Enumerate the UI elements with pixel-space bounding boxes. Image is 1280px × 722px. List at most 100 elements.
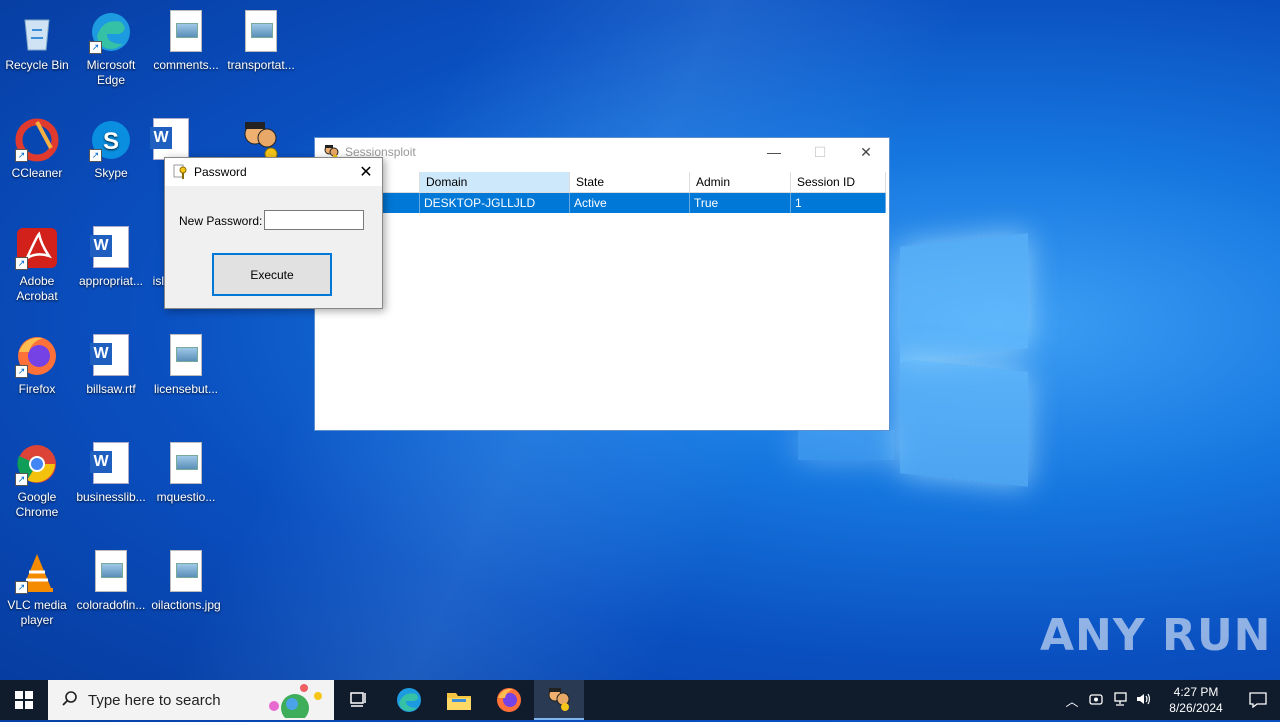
desktop-icon-billsaw[interactable]: W billsaw.rtf <box>74 328 148 397</box>
desktop-icon-coloradofin[interactable]: coloradofin... <box>74 544 148 613</box>
firefox-icon: ↗ <box>15 334 59 378</box>
start-button[interactable] <box>0 680 48 720</box>
taskbar: Type here to search ︿ 4:27 PM 8/26/2024 <box>0 680 1280 722</box>
cell-domain: DESKTOP-JGLLJLD <box>420 193 570 213</box>
svg-text:S: S <box>103 128 119 155</box>
icon-label: transportat... <box>227 58 295 72</box>
clock[interactable]: 4:27 PM 8/26/2024 <box>1156 684 1236 716</box>
folder-icon <box>447 693 471 710</box>
sessionsploit-window[interactable]: Sessionsploit — ☐ ✕ Domain State Admin S… <box>314 137 890 431</box>
icon-label: Adobe Acrobat <box>16 274 58 303</box>
window-titlebar[interactable]: Sessionsploit — ☐ ✕ <box>315 138 889 166</box>
windows-icon <box>15 691 33 709</box>
taskbar-firefox[interactable] <box>484 680 534 720</box>
word-file-icon: W <box>89 334 133 378</box>
task-view-icon <box>350 692 366 707</box>
icon-label: Skype <box>94 166 128 180</box>
chrome-icon: ↗ <box>15 442 59 486</box>
desktop-icon-transportat[interactable]: transportat... <box>224 4 298 73</box>
icon-label: Recycle Bin <box>5 58 69 72</box>
new-password-input[interactable] <box>264 210 364 230</box>
image-file-icon <box>164 334 208 378</box>
desktop-icon-recycle-bin[interactable]: Recycle Bin <box>0 4 74 73</box>
desktop-icon-oilactions[interactable]: oilactions.jpg <box>149 544 223 613</box>
column-header-admin[interactable]: Admin <box>690 172 791 192</box>
icon-label: comments... <box>153 58 219 72</box>
icon-label: CCleaner <box>11 166 63 180</box>
vlc-icon: ↗ <box>15 550 59 594</box>
image-file-icon <box>164 442 208 486</box>
minimize-button[interactable]: — <box>751 144 797 161</box>
execute-button[interactable]: Execute <box>212 253 332 296</box>
word-file-icon: W <box>89 442 133 486</box>
clock-time: 4:27 PM <box>1173 685 1219 699</box>
taskbar-sessionsploit[interactable] <box>534 680 584 720</box>
desktop-icon-mquestio[interactable]: mquestio... <box>149 436 223 505</box>
system-tray: ︿ 4:27 PM 8/26/2024 <box>1060 680 1280 720</box>
icon-label: Microsoft Edge <box>86 58 136 87</box>
acrobat-icon: ↗ <box>15 226 59 270</box>
icon-label: coloradofin... <box>76 598 146 612</box>
icon-label: billsaw.rtf <box>86 382 136 396</box>
desktop-icon-businesslib[interactable]: W businesslib... <box>74 436 148 505</box>
anyrun-watermark: ANY RUN <box>1040 610 1272 661</box>
table-row[interactable]: DESKTOP-JGLLJLD Active True 1 <box>315 193 886 213</box>
edge-icon: ↗ <box>89 10 133 54</box>
dialog-title: Password <box>194 165 247 179</box>
edge-icon <box>397 688 421 712</box>
desktop-icon-isl[interactable]: isl <box>140 220 164 289</box>
volume-icon[interactable] <box>1132 692 1156 709</box>
sessionsploit-app-icon <box>239 118 283 162</box>
sessionsploit-app-icon <box>548 688 570 711</box>
cell-admin: True <box>690 193 791 213</box>
search-highlight-icon <box>260 682 330 722</box>
dialog-titlebar[interactable]: Password ✕ <box>165 158 382 186</box>
icon-label: oilactions.jpg <box>151 598 221 612</box>
chevron-up-icon[interactable]: ︿ <box>1060 691 1084 710</box>
desktop-icon-edge[interactable]: ↗ Microsoft Edge <box>74 4 148 88</box>
ccleaner-icon: ↗ <box>15 118 59 162</box>
column-header-domain[interactable]: Domain <box>420 172 570 192</box>
desktop-icon-vlc[interactable]: ↗ VLC media player <box>0 544 74 628</box>
image-file-icon <box>239 10 283 54</box>
cell-session-id: 1 <box>791 193 886 213</box>
notification-button[interactable] <box>1236 692 1280 708</box>
desktop-icon-licensebut[interactable]: licensebut... <box>149 328 223 397</box>
icon-label: isl <box>152 274 164 288</box>
close-button[interactable]: ✕ <box>843 144 889 161</box>
desktop-icon-appropriat[interactable]: W appropriat... <box>74 220 148 289</box>
desktop-icon-skype[interactable]: S ↗ Skype <box>74 112 148 181</box>
close-button[interactable]: ✕ <box>350 162 382 182</box>
network-icon[interactable] <box>1108 691 1132 709</box>
icon-label: businesslib... <box>76 490 146 504</box>
image-file-icon <box>89 550 133 594</box>
password-dialog[interactable]: Password ✕ New Password: Execute <box>164 157 383 309</box>
desktop-icon-ccleaner[interactable]: ↗ CCleaner <box>0 112 74 181</box>
desktop-icon-adobe-acrobat[interactable]: ↗ Adobe Acrobat <box>0 220 74 304</box>
maximize-button[interactable]: ☐ <box>797 144 843 161</box>
image-file-icon <box>164 10 208 54</box>
meet-now-icon[interactable] <box>1084 692 1108 709</box>
search-placeholder: Type here to search <box>88 691 221 709</box>
word-file-icon: W <box>89 226 133 270</box>
recycle-bin-icon <box>15 10 59 54</box>
new-password-label: New Password: <box>179 214 263 228</box>
desktop-icon-google-chrome[interactable]: ↗ Google Chrome <box>0 436 74 520</box>
icon-label: Google Chrome <box>15 490 59 519</box>
notification-icon <box>1249 692 1267 708</box>
icon-label: licensebut... <box>153 382 219 396</box>
skype-icon: S ↗ <box>89 118 133 162</box>
taskbar-search[interactable]: Type here to search <box>48 680 334 722</box>
taskbar-file-explorer[interactable] <box>434 680 484 720</box>
column-header-session-id[interactable]: Session ID <box>791 172 886 192</box>
firefox-icon <box>497 688 521 712</box>
icon-label: mquestio... <box>156 490 216 504</box>
desktop-icon-comments[interactable]: comments... <box>149 4 223 73</box>
key-icon <box>172 164 188 180</box>
sessions-table[interactable]: Domain State Admin Session ID DESKTOP-JG… <box>315 172 886 213</box>
taskbar-edge[interactable] <box>384 680 434 720</box>
image-file-icon <box>164 550 208 594</box>
column-header-state[interactable]: State <box>570 172 690 192</box>
task-view-button[interactable] <box>334 680 384 720</box>
desktop-icon-firefox[interactable]: ↗ Firefox <box>0 328 74 397</box>
